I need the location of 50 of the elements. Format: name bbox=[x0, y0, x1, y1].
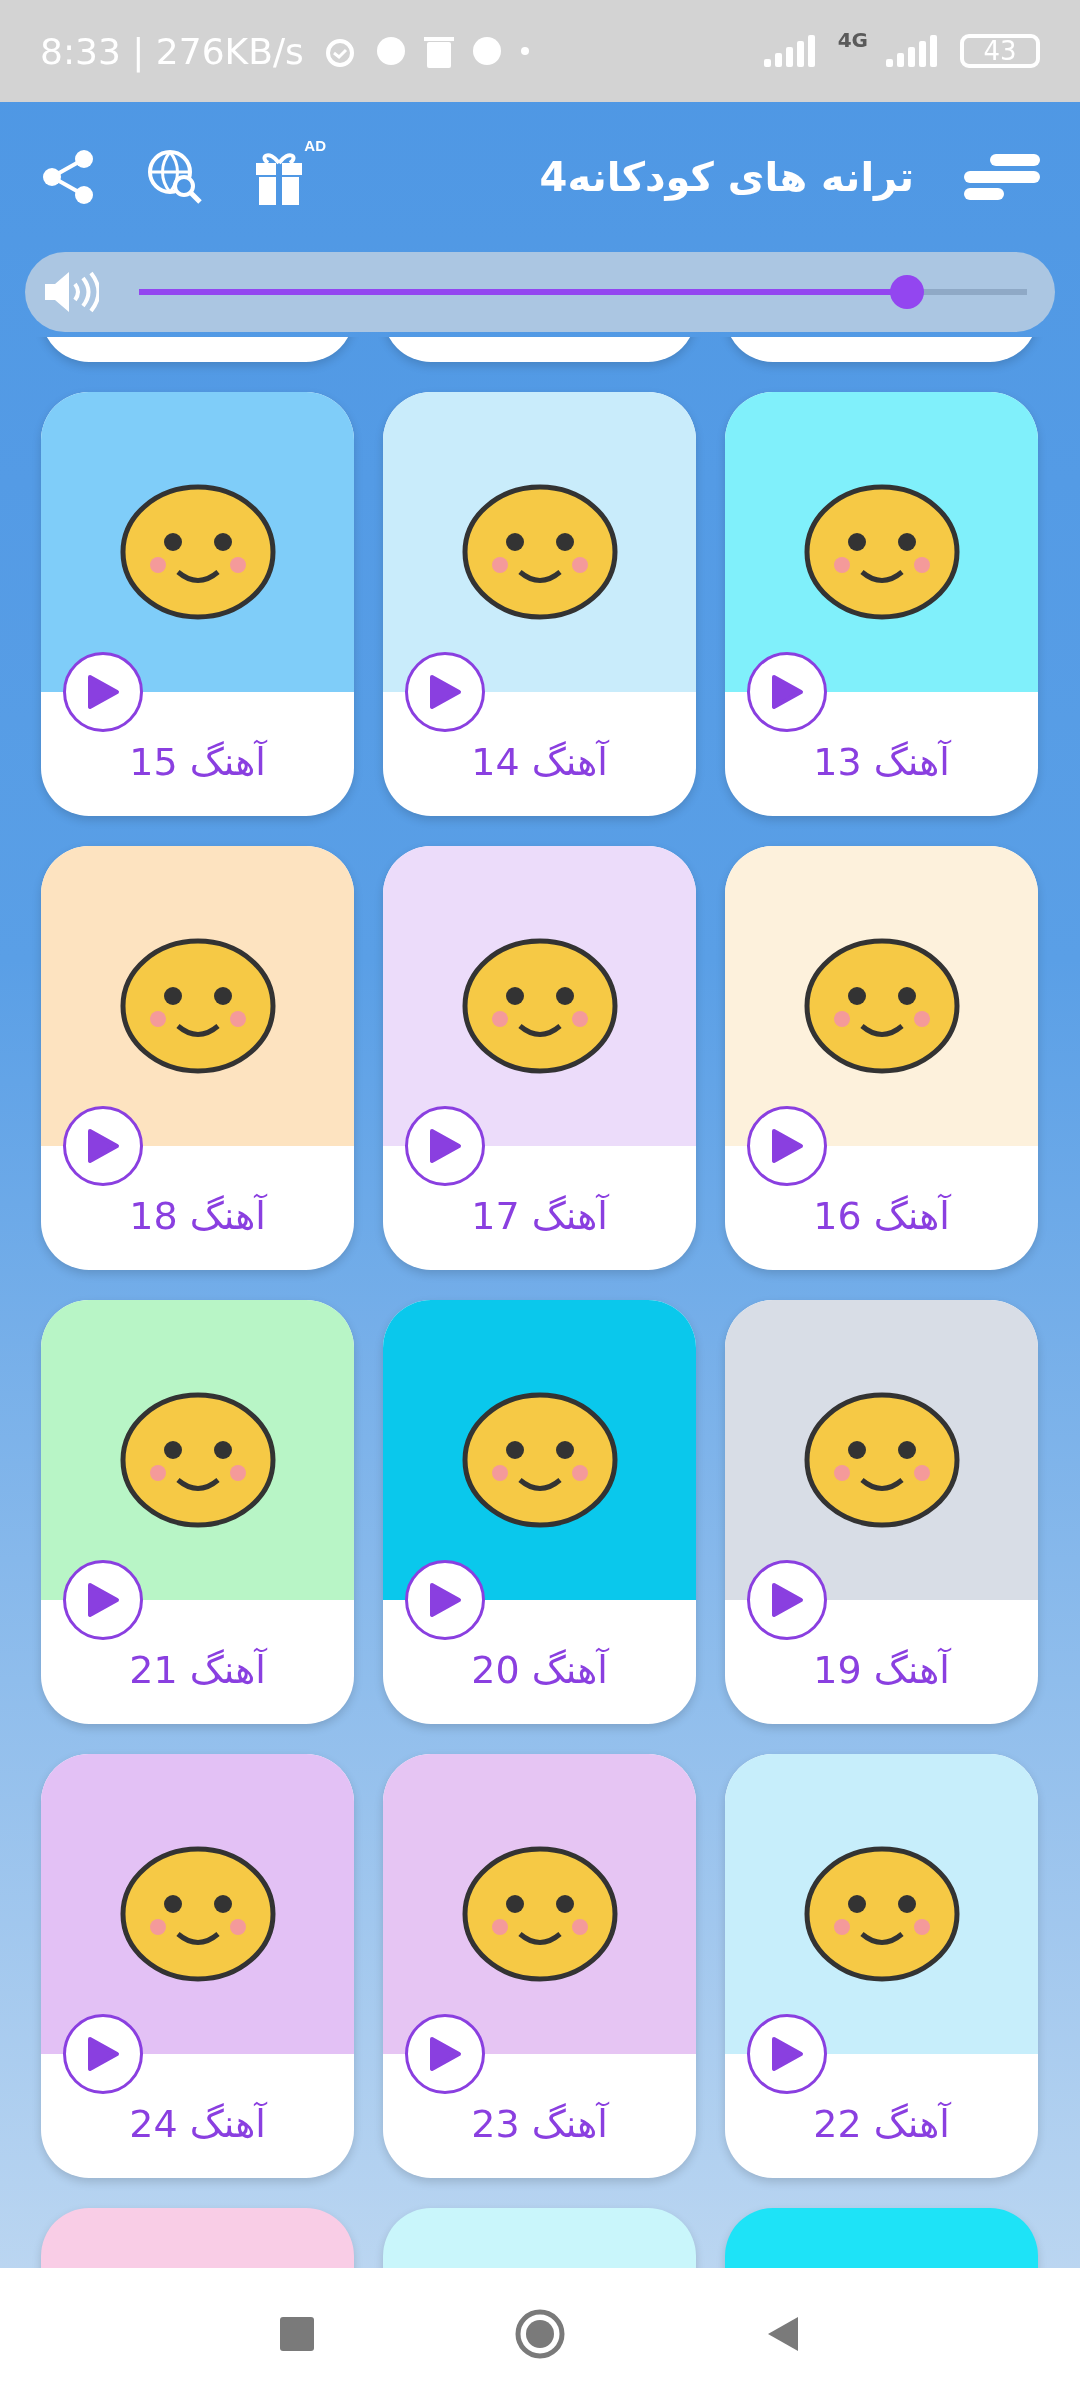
play-icon bbox=[86, 1582, 120, 1618]
song-title: آهنگ 15 bbox=[129, 740, 266, 784]
song-title: آهنگ 14 bbox=[471, 740, 608, 784]
trash-icon bbox=[423, 34, 454, 68]
play-icon bbox=[770, 1582, 804, 1618]
volume-thumb[interactable] bbox=[890, 275, 925, 309]
dot-icon bbox=[519, 46, 530, 56]
web-search-button[interactable] bbox=[146, 148, 204, 206]
network-label: 4G bbox=[837, 28, 868, 52]
play-icon bbox=[428, 1128, 462, 1164]
play-icon bbox=[86, 2036, 120, 2072]
song-title: آهنگ 24 bbox=[129, 2102, 266, 2146]
home-button[interactable] bbox=[514, 2308, 566, 2360]
song-title: آهنگ 21 bbox=[129, 1648, 266, 1692]
song-card[interactable]: آهنگ 13 bbox=[725, 392, 1038, 816]
speaker-icon bbox=[43, 270, 99, 314]
song-title: آهنگ 17 bbox=[471, 1194, 608, 1238]
song-title: آهنگ 23 bbox=[471, 2102, 608, 2146]
play-icon bbox=[86, 1128, 120, 1164]
play-icon bbox=[428, 2036, 462, 2072]
play-icon bbox=[86, 674, 120, 710]
app-title: ترانه های کودکانه4 bbox=[539, 154, 914, 200]
play-icon bbox=[770, 674, 804, 710]
song-card[interactable]: آهنگ 14 bbox=[383, 392, 696, 816]
song-title: آهنگ 19 bbox=[813, 1648, 950, 1692]
back-button[interactable] bbox=[766, 2315, 800, 2353]
song-card[interactable]: آهنگ 23 bbox=[383, 1754, 696, 2178]
song-card[interactable]: آهنگ 18 bbox=[41, 846, 354, 1270]
menu-button[interactable] bbox=[964, 154, 1040, 200]
play-icon bbox=[428, 1582, 462, 1618]
play-icon bbox=[428, 674, 462, 710]
song-card[interactable]: آهنگ 16 bbox=[725, 846, 1038, 1270]
song-card[interactable]: آهنگ 21 bbox=[41, 1300, 354, 1724]
notification-icon bbox=[471, 36, 502, 66]
song-card[interactable]: آهنگ 15 bbox=[41, 392, 354, 816]
song-title: آهنگ 22 bbox=[813, 2102, 950, 2146]
song-card[interactable]: آهنگ 19 bbox=[725, 1300, 1038, 1724]
play-icon bbox=[770, 1128, 804, 1164]
song-card[interactable]: آهنگ 22 bbox=[725, 1754, 1038, 2178]
song-title: آهنگ 13 bbox=[813, 740, 950, 784]
song-title: آهنگ 20 bbox=[471, 1648, 608, 1692]
ad-label: AD bbox=[304, 137, 326, 154]
notification-icon bbox=[375, 36, 406, 66]
song-card[interactable]: آهنگ 20 bbox=[383, 1300, 696, 1724]
play-icon bbox=[770, 2036, 804, 2072]
song-title: آهنگ 16 bbox=[813, 1194, 950, 1238]
song-card[interactable]: آهنگ 24 bbox=[41, 1754, 354, 2178]
song-title: آهنگ 18 bbox=[129, 1194, 266, 1238]
song-card[interactable]: آهنگ 17 bbox=[383, 846, 696, 1270]
share-button[interactable] bbox=[40, 149, 96, 205]
